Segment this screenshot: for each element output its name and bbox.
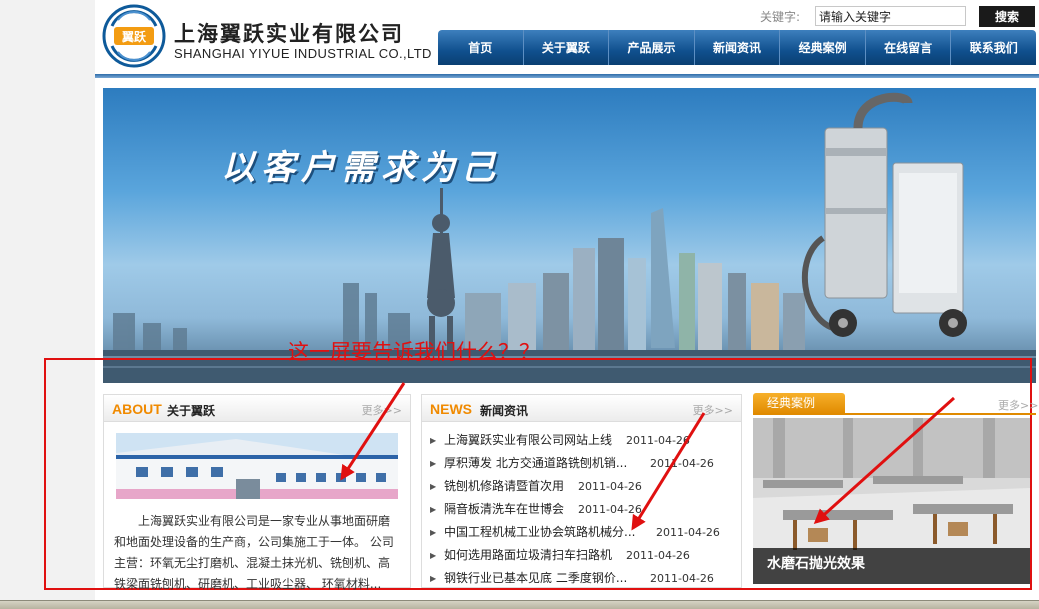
hero-banner: 以客户需求为己 xyxy=(103,88,1036,383)
about-more-link[interactable]: 更多>> xyxy=(362,402,402,418)
case-caption[interactable]: 水磨石抛光效果 xyxy=(767,553,865,573)
about-panel: ABOUT 关于翼跃 更多>> 上海翼跃实业有限公司是一家专业从事地面研磨和地面… xyxy=(103,394,411,591)
news-item-title[interactable]: 上海翼跃实业有限公司网站上线 xyxy=(444,429,612,452)
about-panel-header: ABOUT 关于翼跃 更多>> xyxy=(104,395,410,422)
news-item[interactable]: ▶ 铣刨机修路请暨首次用 2011-04-26 xyxy=(430,475,740,498)
os-taskbar xyxy=(0,600,1039,609)
about-description: 上海翼跃实业有限公司是一家专业从事地面研磨和地面处理设备的生产商，公司集施工于一… xyxy=(114,514,394,591)
factory-photo xyxy=(116,433,398,499)
news-item-date: 2011-04-26 xyxy=(626,549,690,562)
nav-item-news[interactable]: 新闻资讯 xyxy=(695,30,781,65)
logo-badge-text: 翼跃 xyxy=(121,30,147,44)
cases-divider xyxy=(753,413,1036,415)
news-item[interactable]: ▶ 厚积薄发 北方交通道路铣刨机销... 2011-04-26 xyxy=(430,452,740,475)
nav-item-cases[interactable]: 经典案例 xyxy=(780,30,866,65)
banner-slogan: 以客户需求为己 xyxy=(221,148,501,188)
cases-more-link[interactable]: 更多>> xyxy=(998,397,1038,413)
news-item[interactable]: ▶ 隔音板清洗车在世博会 2011-04-26 xyxy=(430,498,740,521)
nav-item-contact[interactable]: 联系我们 xyxy=(951,30,1036,65)
company-name-en: SHANGHAI YIYUE INDUSTRIAL CO.,LTD xyxy=(174,46,432,61)
page-root: 翼跃 上海翼跃实业有限公司 SHANGHAI YIYUE INDUSTRIAL … xyxy=(0,0,1039,609)
nav-item-about[interactable]: 关于翼跃 xyxy=(524,30,610,65)
bullet-icon: ▶ xyxy=(430,551,437,560)
cases-tab[interactable]: 经典案例 xyxy=(753,393,845,414)
main-nav: 首页 关于翼跃 产品展示 新闻资讯 经典案例 在线留言 联系我们 xyxy=(438,30,1036,65)
news-item-date: 2011-04-26 xyxy=(626,434,690,447)
company-logo[interactable]: 翼跃 上海翼跃实业有限公司 SHANGHAI YIYUE INDUSTRIAL … xyxy=(102,4,432,72)
news-more-link[interactable]: 更多>> xyxy=(693,402,733,418)
news-title-cn: 新闻资讯 xyxy=(480,404,529,418)
news-panel-header: NEWS 新闻资讯 更多>> xyxy=(422,395,741,422)
news-item-title[interactable]: 隔音板清洗车在世博会 xyxy=(444,498,564,521)
news-item[interactable]: ▶ 钢铁行业已基本见底 二季度钢价... 2011-04-26 xyxy=(430,567,740,590)
bullet-icon: ▶ xyxy=(430,528,437,537)
news-item[interactable]: ▶ 中国工程机械工业协会筑路机械分... 2011-04-26 xyxy=(430,521,740,544)
nav-item-message[interactable]: 在线留言 xyxy=(866,30,952,65)
search-input[interactable] xyxy=(815,6,966,26)
nav-item-products[interactable]: 产品展示 xyxy=(609,30,695,65)
nav-item-home[interactable]: 首页 xyxy=(438,30,524,65)
news-item-date: 2011-04-26 xyxy=(578,480,642,493)
bullet-icon: ▶ xyxy=(430,459,437,468)
news-panel: NEWS 新闻资讯 更多>> ▶ 上海翼跃实业有限公司网站上线 2011-04-… xyxy=(421,394,742,588)
news-item-title[interactable]: 如何选用路面垃圾清扫车扫路机 xyxy=(444,544,612,567)
logo-emblem-icon: 翼跃 xyxy=(102,4,166,68)
news-item-date: 2011-04-26 xyxy=(650,572,714,585)
case-showcase[interactable]: 水磨石抛光效果 xyxy=(753,418,1030,584)
news-item-title[interactable]: 铣刨机修路请暨首次用 xyxy=(444,475,564,498)
news-item-title[interactable]: 中国工程机械工业协会筑路机械分... xyxy=(444,521,635,544)
news-list: ▶ 上海翼跃实业有限公司网站上线 2011-04-26 ▶ 厚积薄发 北方交通道… xyxy=(430,429,740,590)
news-item-date: 2011-04-26 xyxy=(650,457,714,470)
news-title-en: NEWS xyxy=(430,401,472,417)
bullet-icon: ▶ xyxy=(430,505,437,514)
about-title-cn: 关于翼跃 xyxy=(167,404,216,418)
header-divider xyxy=(95,74,1039,78)
news-item[interactable]: ▶ 如何选用路面垃圾清扫车扫路机 2011-04-26 xyxy=(430,544,740,567)
bullet-icon: ▶ xyxy=(430,436,437,445)
company-name-cn: 上海翼跃实业有限公司 xyxy=(174,22,404,46)
news-item-title[interactable]: 厚积薄发 北方交通道路铣刨机销... xyxy=(444,452,627,475)
search-label: 关键字: xyxy=(760,10,801,24)
bullet-icon: ▶ xyxy=(430,574,437,583)
bullet-icon: ▶ xyxy=(430,482,437,491)
news-item-date: 2011-04-26 xyxy=(578,503,642,516)
news-item-title[interactable]: 钢铁行业已基本见底 二季度钢价... xyxy=(444,567,627,590)
news-item-date: 2011-04-26 xyxy=(656,526,720,539)
search-button[interactable]: 搜索 xyxy=(979,6,1035,27)
about-title-en: ABOUT xyxy=(112,401,162,417)
banner-skyline-image xyxy=(103,92,1036,383)
news-item[interactable]: ▶ 上海翼跃实业有限公司网站上线 2011-04-26 xyxy=(430,429,740,452)
